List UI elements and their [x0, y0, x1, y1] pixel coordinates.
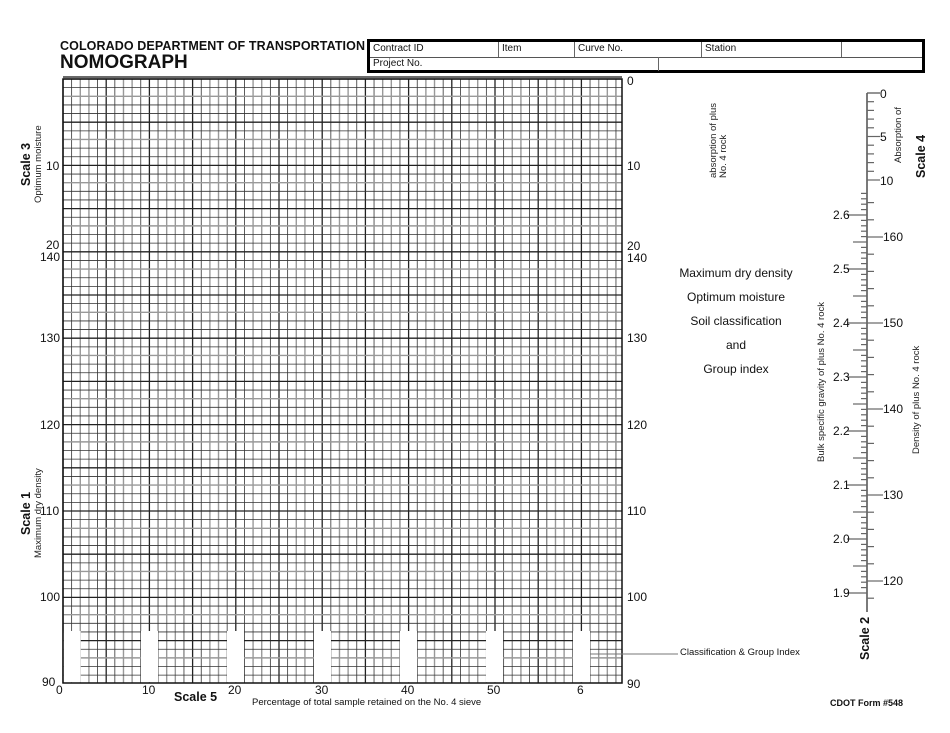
scale4-tick-10: 10: [880, 174, 894, 188]
classification-entry-box: [400, 631, 417, 683]
right-tick-90: 90: [627, 677, 641, 691]
scale5-tick-50: 50: [487, 683, 501, 697]
form-number: CDOT Form #548: [830, 698, 904, 708]
scale4-tick-0: 0: [880, 87, 887, 101]
density-tick-150: 150: [883, 316, 904, 330]
density-tick-160: 160: [883, 230, 904, 244]
density-plus-4-label: Density of plus No. 4 rock: [911, 345, 922, 454]
scale1-tick-140: 140: [40, 250, 61, 264]
scale5-tick-30: 30: [315, 683, 329, 697]
result-optimum-moisture: Optimum moisture: [686, 290, 786, 304]
classification-entry-box: [63, 631, 81, 683]
result-max-dry-density: Maximum dry density: [679, 266, 793, 280]
classification-entry-box: [314, 631, 331, 683]
scale2-title: Scale 2: [858, 616, 872, 660]
scale5-title: Scale 5: [174, 690, 218, 704]
scale4-title: Scale 4: [914, 134, 928, 178]
scale5-tick-10: 10: [142, 683, 156, 697]
right-tick-120: 120: [627, 418, 648, 432]
scale5-tick-40: 40: [401, 683, 415, 697]
scale1-title: Scale 1: [19, 491, 33, 535]
gravity-tick-2-4: 2.4: [833, 316, 850, 330]
scale4-tick-5: 5: [880, 130, 887, 144]
classification-group-index-label: Classification & Group Index: [680, 647, 800, 658]
right-tick-130: 130: [627, 331, 648, 345]
scale5-tick-20: 20: [228, 683, 242, 697]
density-tick-140: 140: [883, 402, 904, 416]
right-tick-10: 10: [627, 159, 641, 173]
bulk-gravity-label: Bulk specific gravity of plus No. 4 rock: [816, 302, 827, 462]
result-soil-classification: Soil classification: [690, 314, 782, 328]
right-tick-0: 0: [627, 74, 634, 88]
scale1-tick-130: 130: [40, 331, 61, 345]
scale1-tick-100: 100: [40, 590, 61, 604]
scale1-tick-90: 90: [42, 675, 56, 689]
classification-entry-box: [141, 631, 158, 683]
gravity-tick-2-3: 2.3: [833, 370, 850, 384]
scale3-tick-10: 10: [46, 159, 60, 173]
classification-entry-box: [573, 631, 590, 683]
scale3-title: Scale 3: [19, 142, 33, 186]
classification-entry-box: [227, 631, 244, 683]
right-tick-100: 100: [627, 590, 648, 604]
gravity-tick-1-9: 1.9: [833, 586, 850, 600]
density-tick-120: 120: [883, 574, 904, 588]
classification-entry-box: [486, 631, 503, 683]
density-tick-130: 130: [883, 488, 904, 502]
result-and: and: [725, 338, 747, 352]
scale5-tick-0: 0: [56, 683, 63, 697]
gravity-tick-2-1: 2.1: [833, 478, 850, 492]
gravity-tick-2-5: 2.5: [833, 262, 850, 276]
right-tick-110: 110: [627, 504, 647, 518]
absorption-note: absorption of plus No. 4 rock: [708, 103, 729, 178]
gravity-tick-2-2: 2.2: [833, 424, 850, 438]
gravity-tick-2-6: 2.6: [833, 208, 850, 222]
result-group-index: Group index: [703, 362, 769, 376]
scale1-subtitle: Maximum dry density: [33, 468, 44, 558]
scale1-tick-120: 120: [40, 418, 61, 432]
scale5-subtitle: Percentage of total sample retained on t…: [252, 697, 482, 708]
right-tick-140: 140: [627, 251, 648, 265]
gravity-tick-2-0: 2.0: [833, 532, 850, 546]
scale3-subtitle: Optimum moisture: [33, 125, 44, 203]
scale5-tick-60: 6: [577, 683, 584, 697]
scale4-subtitle: Absorption of: [893, 107, 904, 163]
